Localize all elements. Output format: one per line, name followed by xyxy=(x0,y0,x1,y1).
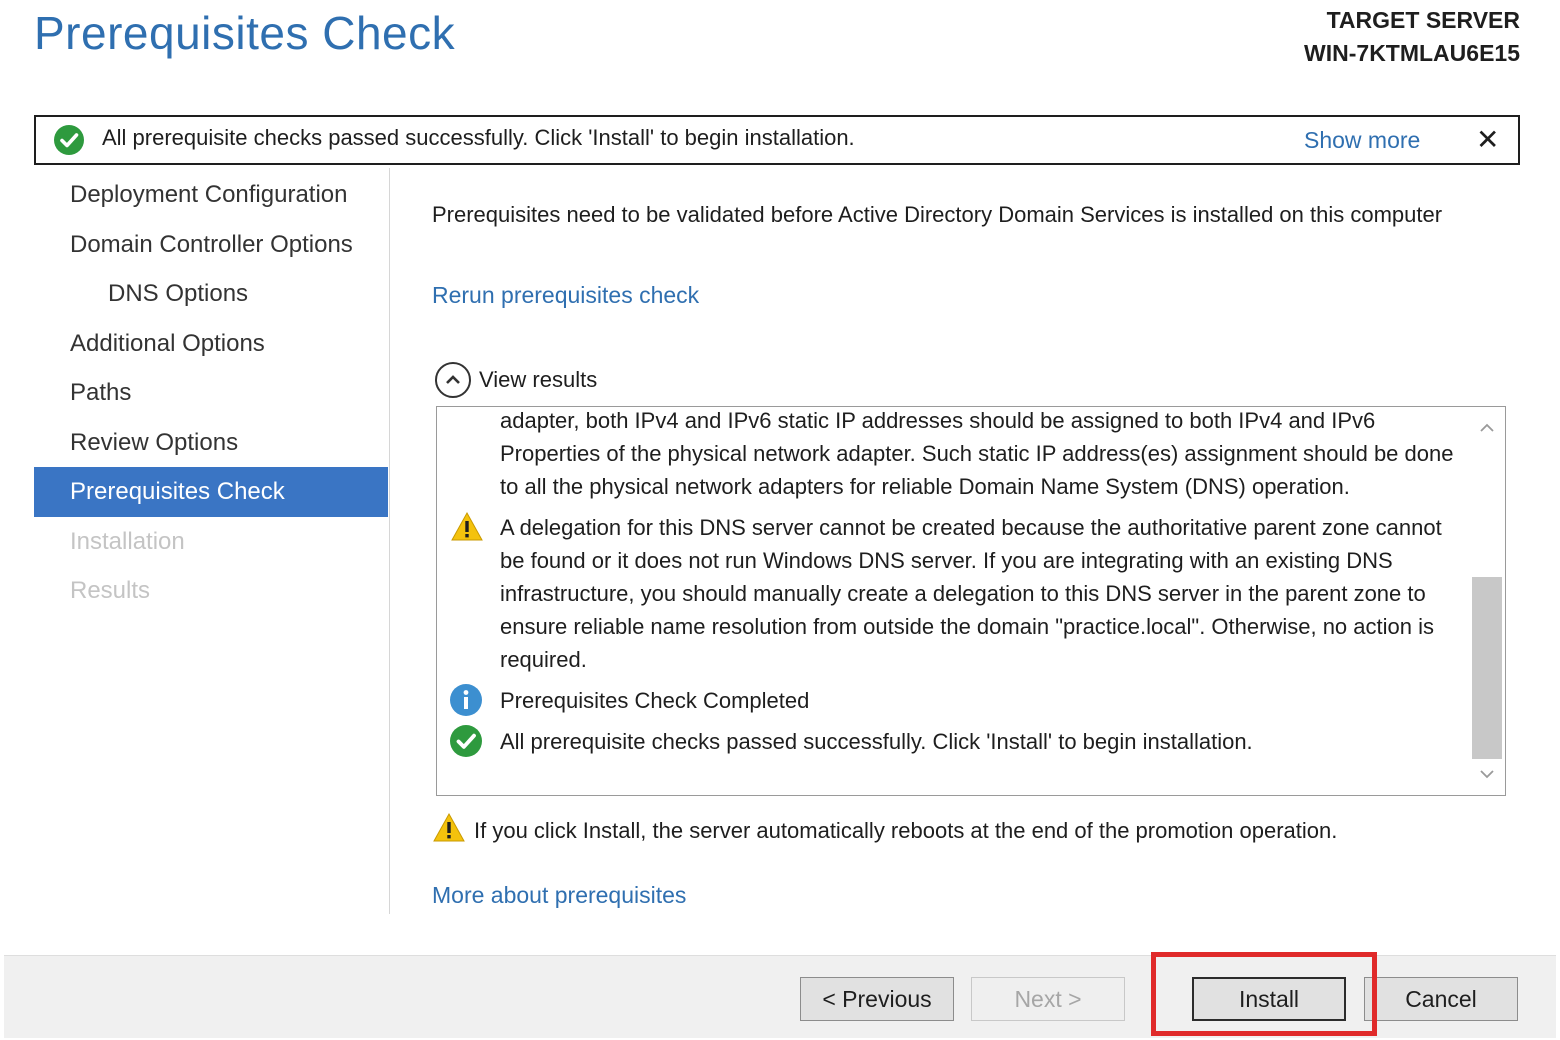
view-results-toggle[interactable]: View results xyxy=(435,362,597,398)
target-server: TARGET SERVER WIN-7KTMLAU6E15 xyxy=(1304,4,1520,70)
list-item: adapter, both IPv4 and IPv6 static IP ad… xyxy=(437,407,1467,503)
intro-text: Prerequisites need to be validated befor… xyxy=(432,202,1443,227)
wizard-nav: Deployment Configuration Domain Controll… xyxy=(34,170,388,616)
warning-icon xyxy=(450,511,484,552)
info-icon xyxy=(450,684,482,725)
warning-icon xyxy=(432,812,466,850)
more-about-prerequisites-link[interactable]: More about prerequisites xyxy=(432,882,686,909)
next-button: Next > xyxy=(971,977,1125,1021)
nav-item-installation: Installation xyxy=(70,527,185,555)
cancel-button[interactable]: Cancel xyxy=(1364,977,1518,1021)
close-icon[interactable]: ✕ xyxy=(1476,123,1499,156)
list-item: All prerequisite checks passed successfu… xyxy=(437,725,1467,758)
success-check-icon xyxy=(450,725,482,766)
result-text: Prerequisites Check Completed xyxy=(500,688,810,713)
previous-button[interactable]: < Previous xyxy=(800,977,954,1021)
result-text: All prerequisite checks passed successfu… xyxy=(500,729,1253,754)
result-text: A delegation for this DNS server cannot … xyxy=(500,515,1442,672)
show-more-link[interactable]: Show more xyxy=(1304,127,1420,154)
scrollbar-thumb[interactable] xyxy=(1472,577,1502,759)
status-banner: All prerequisite checks passed successfu… xyxy=(34,115,1520,165)
nav-item-paths[interactable]: Paths xyxy=(34,368,388,418)
list-item: A delegation for this DNS server cannot … xyxy=(437,511,1467,676)
reboot-warning: If you click Install, the server automat… xyxy=(432,812,1337,850)
nav-item-prerequisites-check[interactable]: Prerequisites Check xyxy=(34,467,388,517)
chevron-up-icon xyxy=(435,362,471,398)
banner-message: All prerequisite checks passed successfu… xyxy=(102,125,855,150)
success-check-icon xyxy=(54,125,84,160)
reboot-warning-text: If you click Install, the server automat… xyxy=(474,818,1338,843)
nav-divider xyxy=(389,168,390,914)
nav-item-dns-options[interactable]: DNS Options xyxy=(34,269,388,319)
scroll-down-icon[interactable] xyxy=(1469,759,1505,789)
nav-item-deployment-configuration[interactable]: Deployment Configuration xyxy=(34,170,388,220)
result-text: adapter, both IPv4 and IPv6 static IP ad… xyxy=(500,408,1454,499)
target-server-label: TARGET SERVER xyxy=(1326,7,1520,33)
scroll-up-icon[interactable] xyxy=(1469,413,1505,443)
nav-item-results: Results xyxy=(70,577,151,604)
nav-item-domain-controller-options[interactable]: Domain Controller Options xyxy=(34,220,388,270)
list-item: Prerequisites Check Completed xyxy=(437,684,1467,717)
view-results-label: View results xyxy=(479,367,598,392)
install-button[interactable]: Install xyxy=(1192,977,1346,1021)
nav-item-review-options[interactable]: Review Options xyxy=(34,418,388,468)
nav-item-additional-options[interactable]: Additional Options xyxy=(34,319,388,369)
rerun-prerequisites-link[interactable]: Rerun prerequisites check xyxy=(432,282,699,309)
target-server-name: WIN-7KTMLAU6E15 xyxy=(1304,40,1520,66)
results-scrollbar[interactable] xyxy=(1469,407,1505,795)
page-title: Prerequisites Check xyxy=(34,7,456,59)
results-list[interactable]: adapter, both IPv4 and IPv6 static IP ad… xyxy=(436,406,1506,796)
